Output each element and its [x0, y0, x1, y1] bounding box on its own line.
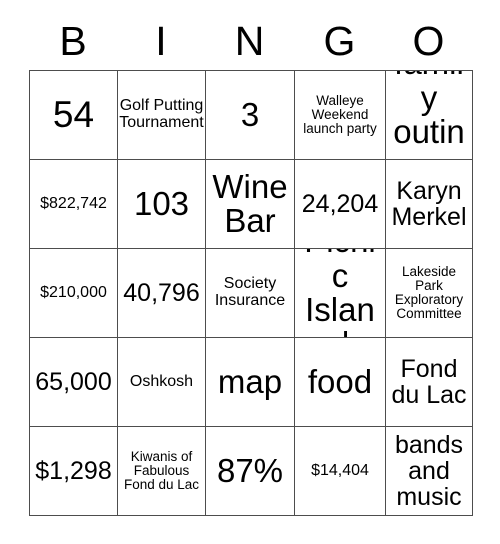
bingo-row: 65,000 Oshkosh map food Fond du Lac: [30, 338, 473, 427]
bingo-cell[interactable]: Kiwanis of Fabulous Fond du Lac: [118, 427, 206, 516]
bingo-row: $822,742 103 Wine Bar 24,204 Karyn Merke…: [30, 160, 473, 249]
bingo-cell[interactable]: $210,000: [30, 249, 118, 338]
bingo-card: B I N G O 54 Golf Putting Tournament 3 W…: [29, 12, 473, 516]
bingo-cell-label: $14,404: [311, 461, 369, 479]
bingo-header-letter-n: N: [234, 17, 265, 64]
bingo-cell-label: map: [217, 362, 283, 400]
bingo-cell-label: bands and music: [394, 431, 464, 511]
bingo-cell-label: Wine Bar: [212, 167, 288, 239]
bingo-header-row: B I N G O: [29, 12, 472, 70]
bingo-cell[interactable]: bands and music: [386, 427, 473, 516]
bingo-cell[interactable]: 103: [118, 160, 206, 249]
bingo-cell-label: Picnic Island: [304, 249, 376, 337]
bingo-cell[interactable]: 3: [206, 71, 295, 160]
bingo-cell-label: Lakeside Park Exploratory Committee: [394, 263, 464, 322]
bingo-header-letter-g: G: [323, 17, 356, 64]
bingo-cell-label: family outing: [393, 71, 465, 159]
bingo-cell-label: Society Insurance: [214, 275, 286, 309]
bingo-row: $1,298 Kiwanis of Fabulous Fond du Lac 8…: [30, 427, 473, 516]
bingo-cell-label: 24,204: [301, 190, 379, 218]
bingo-cell[interactable]: $822,742: [30, 160, 118, 249]
bingo-cell-label: 40,796: [123, 279, 200, 307]
bingo-cell[interactable]: food: [295, 338, 386, 427]
bingo-row: 54 Golf Putting Tournament 3 Walleye Wee…: [30, 71, 473, 160]
bingo-cell-label: Golf Putting Tournament: [119, 97, 204, 131]
bingo-cell[interactable]: Walleye Weekend launch party: [295, 71, 386, 160]
bingo-cell[interactable]: 40,796: [118, 249, 206, 338]
bingo-cell[interactable]: 65,000: [30, 338, 118, 427]
bingo-cell-label: Walleye Weekend launch party: [303, 92, 377, 137]
bingo-grid: 54 Golf Putting Tournament 3 Walleye Wee…: [29, 70, 473, 516]
bingo-cell[interactable]: 24,204: [295, 160, 386, 249]
bingo-cell[interactable]: Fond du Lac: [386, 338, 473, 427]
bingo-cell[interactable]: family outing: [386, 71, 473, 160]
bingo-cell[interactable]: 87%: [206, 427, 295, 516]
bingo-cell-label: 3: [240, 95, 260, 133]
bingo-header-letter-i: I: [155, 17, 167, 64]
bingo-cell-label: food: [307, 362, 373, 400]
bingo-cell[interactable]: Picnic Island: [295, 249, 386, 338]
bingo-cell-label: Karyn Merkel: [391, 177, 467, 231]
bingo-cell[interactable]: Karyn Merkel: [386, 160, 473, 249]
bingo-cell-label: Oshkosh: [129, 372, 194, 390]
bingo-cell-label: $210,000: [40, 283, 107, 301]
bingo-cell-label: 103: [133, 184, 190, 222]
bingo-cell[interactable]: $1,298: [30, 427, 118, 516]
bingo-cell-label: Kiwanis of Fabulous Fond du Lac: [123, 448, 200, 493]
bingo-row: $210,000 40,796 Society Insurance Picnic…: [30, 249, 473, 338]
bingo-cell-label: Fond du Lac: [391, 355, 467, 409]
bingo-cell[interactable]: 54: [30, 71, 118, 160]
bingo-cell-label: 54: [52, 93, 95, 135]
bingo-cell[interactable]: Society Insurance: [206, 249, 295, 338]
bingo-cell[interactable]: Lakeside Park Exploratory Committee: [386, 249, 473, 338]
bingo-header-letter-o: O: [412, 17, 445, 64]
bingo-header-letter-b: B: [59, 17, 87, 64]
bingo-cell-label: $1,298: [35, 457, 112, 485]
bingo-cell-label: 87%: [216, 451, 284, 489]
bingo-cell[interactable]: Oshkosh: [118, 338, 206, 427]
bingo-cell-label: 65,000: [35, 368, 112, 396]
bingo-cell[interactable]: map: [206, 338, 295, 427]
bingo-cell[interactable]: Wine Bar: [206, 160, 295, 249]
bingo-cell-label: $822,742: [40, 194, 107, 212]
bingo-cell[interactable]: $14,404: [295, 427, 386, 516]
bingo-cell[interactable]: Golf Putting Tournament: [118, 71, 206, 160]
